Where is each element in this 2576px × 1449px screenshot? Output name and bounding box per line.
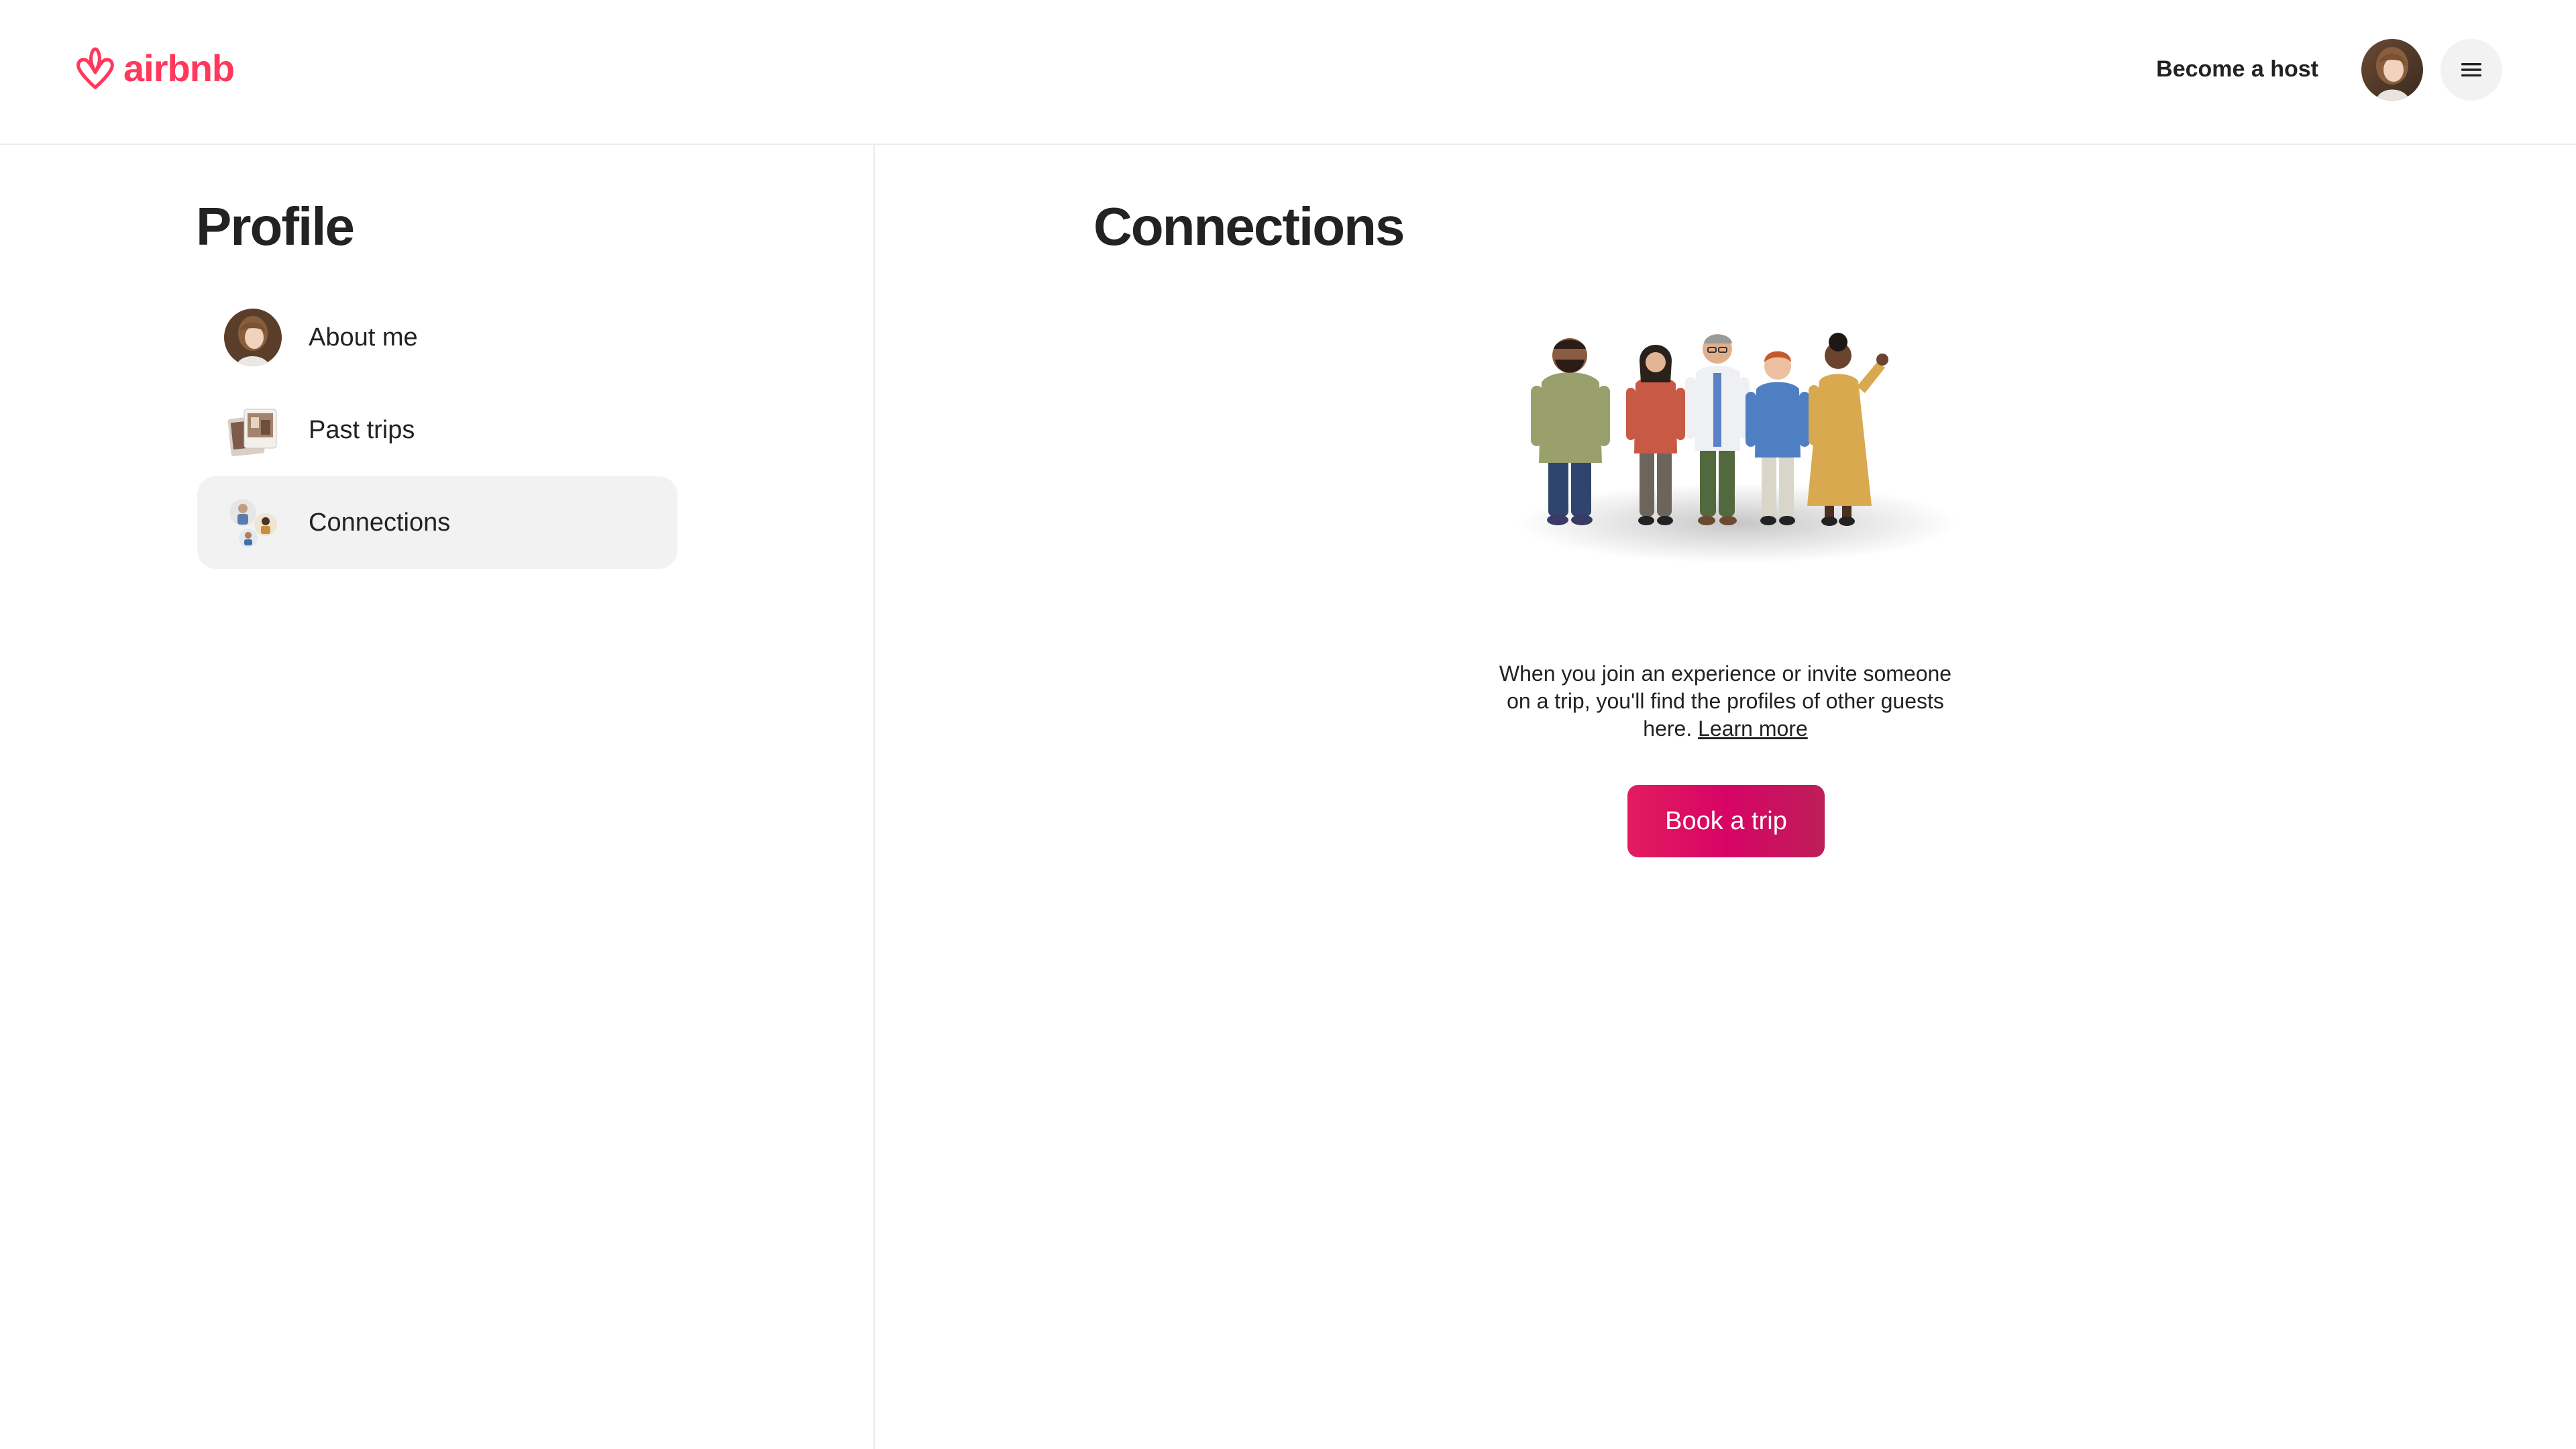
page-title: Connections xyxy=(1093,197,1405,256)
hamburger-menu-icon xyxy=(2461,63,2481,76)
airbnb-logo[interactable]: airbnb xyxy=(72,44,235,95)
airbnb-wordmark: airbnb xyxy=(123,46,235,89)
sidebar-item-label: About me xyxy=(309,323,418,352)
group-of-people-illustration xyxy=(1516,333,1959,564)
learn-more-link[interactable]: Learn more xyxy=(1698,716,1808,741)
people-icon xyxy=(229,499,277,547)
profile-nav: About me Past trips Connections xyxy=(197,291,678,569)
suitcase-photos-icon xyxy=(227,409,277,457)
avatar-icon xyxy=(224,309,282,366)
column-divider xyxy=(873,145,875,1449)
sidebar-item-label: Past trips xyxy=(309,415,415,444)
become-host-link[interactable]: Become a host xyxy=(2149,52,2325,87)
main-menu-button[interactable] xyxy=(2440,39,2502,101)
sidebar-item-connections[interactable]: Connections xyxy=(197,476,678,569)
avatar-portrait xyxy=(2361,39,2423,101)
sidebar-item-label: Connections xyxy=(309,508,451,537)
airbnb-logo-icon xyxy=(76,47,114,89)
sidebar-item-about-me[interactable]: About me xyxy=(197,291,678,384)
sidebar-item-past-trips[interactable]: Past trips xyxy=(197,384,678,476)
connections-description: When you join an experience or invite so… xyxy=(1496,660,1955,743)
book-a-trip-button[interactable]: Book a trip xyxy=(1627,785,1825,857)
top-header: airbnb Become a host xyxy=(0,0,2576,145)
user-avatar-icon[interactable] xyxy=(2361,39,2423,101)
sidebar-title: Profile xyxy=(196,197,355,256)
